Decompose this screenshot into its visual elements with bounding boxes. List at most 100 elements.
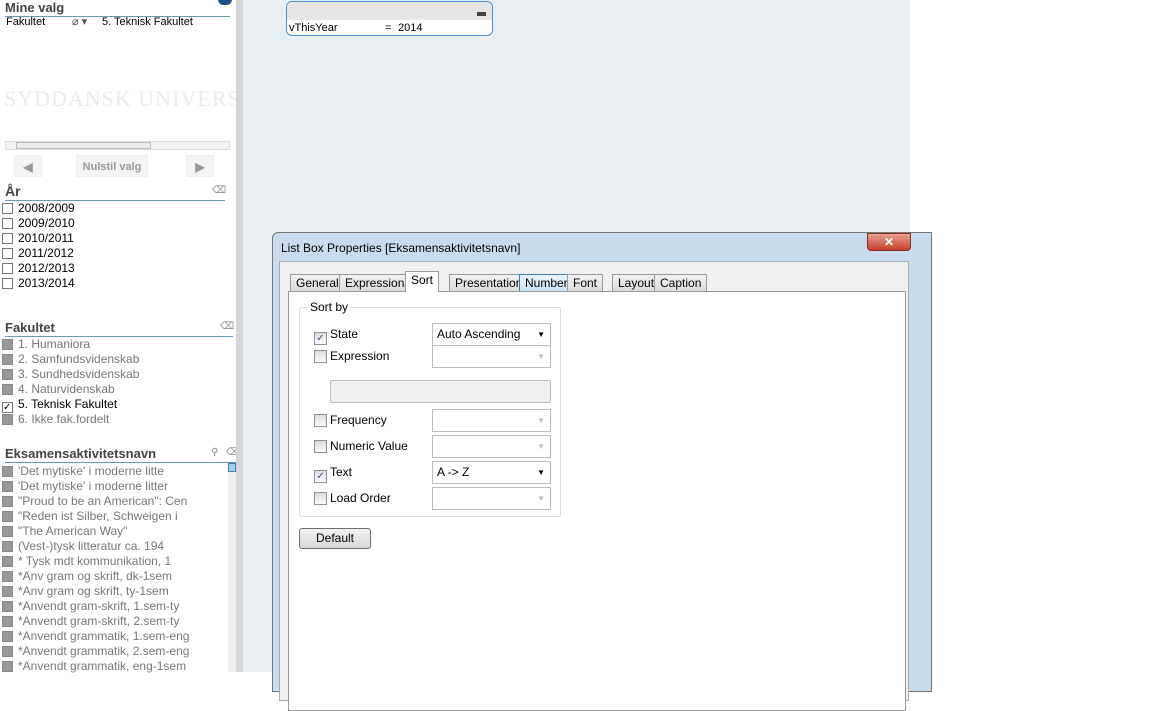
checkbox[interactable] bbox=[2, 511, 13, 522]
sort-frequency-checkbox[interactable]: Frequency bbox=[314, 414, 387, 428]
checkbox[interactable] bbox=[314, 414, 327, 427]
checkbox[interactable] bbox=[2, 661, 13, 672]
list-item[interactable]: 1. Humaniora bbox=[2, 337, 90, 352]
checkbox[interactable] bbox=[2, 354, 13, 365]
list-item[interactable]: *Anvendt grammatik, 2.sem-eng bbox=[2, 644, 189, 659]
minimize-icon[interactable] bbox=[477, 12, 486, 16]
checkbox[interactable] bbox=[2, 414, 13, 425]
checkbox[interactable] bbox=[314, 440, 327, 453]
expression-input[interactable] bbox=[330, 380, 551, 403]
eraser-icon[interactable]: ⌀ ▾ bbox=[72, 15, 87, 28]
list-item[interactable]: 2012/2013 bbox=[2, 261, 75, 276]
list-item[interactable]: *Anvendt grammatik, 1.sem-eng bbox=[2, 629, 189, 644]
sort-numeric-value-select[interactable]: ▼ bbox=[432, 435, 551, 458]
sort-text-checkbox[interactable]: ✓ Text bbox=[314, 466, 352, 483]
tab-caption[interactable]: Caption bbox=[654, 274, 708, 292]
horizontal-scrollbar[interactable] bbox=[5, 141, 230, 150]
tab-general[interactable]: General bbox=[290, 274, 345, 292]
select-value: A -> Z bbox=[437, 465, 470, 479]
checkbox[interactable] bbox=[2, 646, 13, 657]
tab-font[interactable]: Font bbox=[567, 274, 604, 292]
search-icon[interactable]: ⚲ bbox=[211, 447, 218, 458]
sort-label: Load Order bbox=[330, 491, 391, 505]
checkbox[interactable] bbox=[2, 248, 13, 259]
checkbox[interactable] bbox=[2, 601, 13, 612]
checkbox[interactable] bbox=[2, 384, 13, 395]
sort-frequency-select[interactable]: ▼ bbox=[432, 409, 551, 432]
checkbox[interactable] bbox=[2, 526, 13, 537]
list-item[interactable]: "Proud to be an American": Cen bbox=[2, 494, 187, 509]
sort-load-order-checkbox[interactable]: Load Order bbox=[314, 492, 391, 506]
checkbox[interactable] bbox=[2, 616, 13, 627]
checkbox[interactable] bbox=[2, 556, 13, 567]
list-item[interactable]: 'Det mytiske' i moderne litter bbox=[2, 479, 168, 494]
list-item[interactable]: 6. Ikke fak.fordelt bbox=[2, 412, 109, 427]
checkbox[interactable] bbox=[2, 541, 13, 552]
sort-expression-select[interactable]: ▼ bbox=[432, 345, 551, 368]
checkbox[interactable] bbox=[2, 631, 13, 642]
item-label: *Anvendt grammatik, eng-1sem bbox=[18, 659, 187, 673]
checkbox[interactable]: ✓ bbox=[314, 470, 327, 483]
list-item[interactable]: 2013/2014 bbox=[2, 276, 75, 291]
list-item[interactable]: (Vest-)tysk litteratur ca. 194 bbox=[2, 539, 164, 554]
checkbox[interactable] bbox=[2, 218, 13, 229]
forward-button[interactable]: ▶ bbox=[186, 155, 214, 177]
close-button[interactable]: ✕ bbox=[867, 233, 911, 251]
list-box-properties-dialog: List Box Properties [Eksamensaktivitetsn… bbox=[272, 232, 932, 711]
list-item[interactable]: ✓ 5. Teknisk Fakultet bbox=[2, 397, 117, 413]
list-item[interactable]: * Tysk mdt kommunikation, 1 bbox=[2, 554, 171, 569]
item-label: 2008/2009 bbox=[18, 201, 75, 215]
checkbox[interactable] bbox=[2, 203, 13, 214]
sort-state-select[interactable]: Auto Ascending ▼ bbox=[432, 323, 551, 346]
list-scrollbar[interactable] bbox=[228, 463, 236, 672]
tab-layout[interactable]: Layout bbox=[612, 274, 661, 292]
eraser-icon[interactable]: ⌫ bbox=[220, 321, 234, 332]
tab-presentation[interactable]: Presentation bbox=[449, 274, 529, 292]
checkbox[interactable] bbox=[2, 233, 13, 244]
list-item[interactable]: 2008/2009 bbox=[2, 201, 75, 216]
checkbox[interactable] bbox=[2, 263, 13, 274]
tab-number[interactable]: Number bbox=[519, 274, 574, 292]
checkbox[interactable] bbox=[2, 586, 13, 597]
item-label: * Tysk mdt kommunikation, 1 bbox=[18, 554, 172, 568]
list-item[interactable]: 2009/2010 bbox=[2, 216, 75, 231]
select-value: Auto Ascending bbox=[437, 327, 521, 341]
item-label: 3. Sundhedsvidenskab bbox=[18, 367, 140, 381]
checkbox[interactable] bbox=[314, 492, 327, 505]
sort-load-order-select[interactable]: ▼ bbox=[432, 487, 551, 510]
list-item[interactable]: 2010/2011 bbox=[2, 231, 74, 246]
list-item[interactable]: "Reden ist Silber, Schweigen i bbox=[2, 509, 178, 524]
list-item[interactable]: *Anv gram og skrift, dk-1sem bbox=[2, 569, 172, 584]
list-item[interactable]: 2011/2012 bbox=[2, 246, 74, 261]
checkbox[interactable] bbox=[2, 496, 13, 507]
list-item[interactable]: 'Det mytiske' i moderne litte bbox=[2, 464, 164, 479]
tab-sort[interactable]: Sort bbox=[405, 271, 440, 292]
checkbox[interactable] bbox=[2, 369, 13, 380]
back-button[interactable]: ◀ bbox=[14, 155, 42, 177]
sort-expression-checkbox[interactable]: Expression bbox=[314, 350, 389, 364]
chevron-down-icon: ▼ bbox=[537, 416, 545, 425]
list-item[interactable]: 3. Sundhedsvidenskab bbox=[2, 367, 139, 382]
checkbox[interactable]: ✓ bbox=[314, 332, 327, 345]
item-label: 'Det mytiske' i moderne litter bbox=[18, 479, 168, 493]
list-item[interactable]: "The American Way" bbox=[2, 524, 127, 539]
checkbox[interactable] bbox=[2, 571, 13, 582]
list-item[interactable]: 4. Naturvidenskab bbox=[2, 382, 115, 397]
reset-button[interactable]: Nulstil valg bbox=[76, 155, 148, 177]
checkbox[interactable] bbox=[2, 481, 13, 492]
checkbox[interactable] bbox=[2, 466, 13, 477]
list-item[interactable]: *Anvendt gram-skrift, 2.sem-ty bbox=[2, 614, 179, 629]
default-button[interactable]: Default bbox=[299, 528, 371, 549]
list-item[interactable]: 2. Samfundsvidenskab bbox=[2, 352, 139, 367]
list-item[interactable]: *Anv gram og skrift, ty-1sem bbox=[2, 584, 169, 599]
sort-text-select[interactable]: A -> Z ▼ bbox=[432, 461, 551, 484]
sort-by-group: Sort by ✓ State Auto Ascending ▼ Expression ▼… bbox=[299, 300, 561, 517]
list-item[interactable]: *Anvendt gram-skrift, 1.sem-ty bbox=[2, 599, 179, 614]
panel-scrollbar[interactable] bbox=[236, 0, 243, 672]
sort-state-checkbox[interactable]: ✓ State bbox=[314, 328, 358, 345]
checkbox[interactable] bbox=[2, 339, 13, 350]
eraser-icon[interactable]: ⌫ bbox=[212, 185, 226, 196]
checkbox[interactable] bbox=[314, 350, 327, 363]
sort-numeric-value-checkbox[interactable]: Numeric Value bbox=[314, 440, 408, 454]
checkbox[interactable] bbox=[2, 278, 13, 289]
